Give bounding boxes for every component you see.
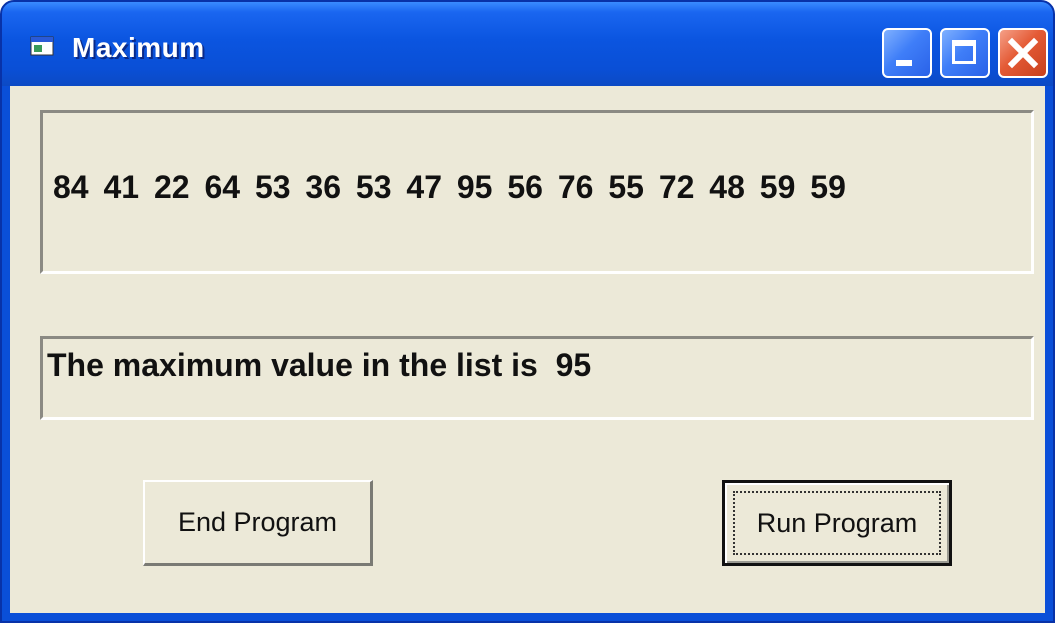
app-window: Maximum 84 41 22 64 53 36 53 47 95 56 76…: [0, 0, 1055, 623]
end-program-label: End Program: [177, 507, 338, 537]
close-icon: [1007, 37, 1039, 69]
form-client-area: 84 41 22 64 53 36 53 47 95 56 76 55 72 4…: [10, 86, 1045, 613]
app-window-icon: [30, 36, 54, 56]
result-text: The maximum value in the list is 95: [47, 347, 592, 383]
run-program-label: Run Program: [756, 507, 918, 538]
minimize-button[interactable]: [882, 28, 932, 78]
result-display: The maximum value in the list is 95: [40, 336, 1034, 420]
end-program-button[interactable]: End Program: [143, 480, 373, 566]
title-bar[interactable]: Maximum: [2, 2, 1053, 86]
number-list-display: 84 41 22 64 53 36 53 47 95 56 76 55 72 4…: [40, 110, 1034, 274]
number-list-text: 84 41 22 64 53 36 53 47 95 56 76 55 72 4…: [53, 169, 846, 205]
close-button[interactable]: [998, 28, 1048, 78]
maximize-button[interactable]: [940, 28, 990, 78]
maximize-icon: [952, 40, 976, 64]
minimize-icon: [896, 60, 912, 66]
window-title: Maximum: [72, 32, 205, 63]
run-program-button[interactable]: Run Program: [722, 480, 952, 566]
